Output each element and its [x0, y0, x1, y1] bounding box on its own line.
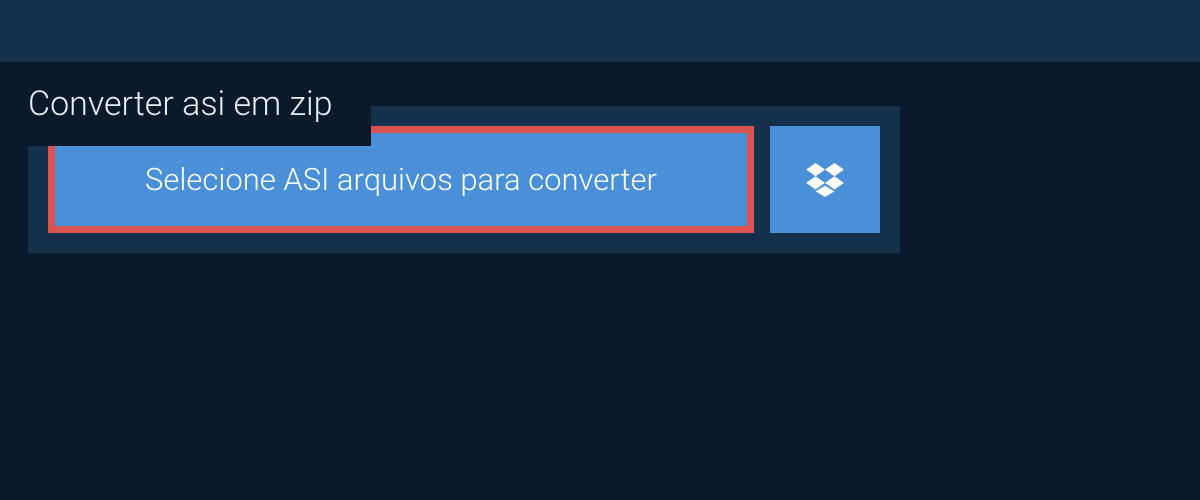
- select-files-label: Selecione ASI arquivos para converter: [145, 161, 657, 198]
- page-title-tab: Converter asi em zip: [0, 62, 371, 146]
- dropbox-icon: [806, 163, 844, 197]
- page-title: Converter asi em zip: [28, 84, 333, 124]
- dropbox-button[interactable]: [770, 126, 880, 233]
- top-strip: [0, 0, 1200, 62]
